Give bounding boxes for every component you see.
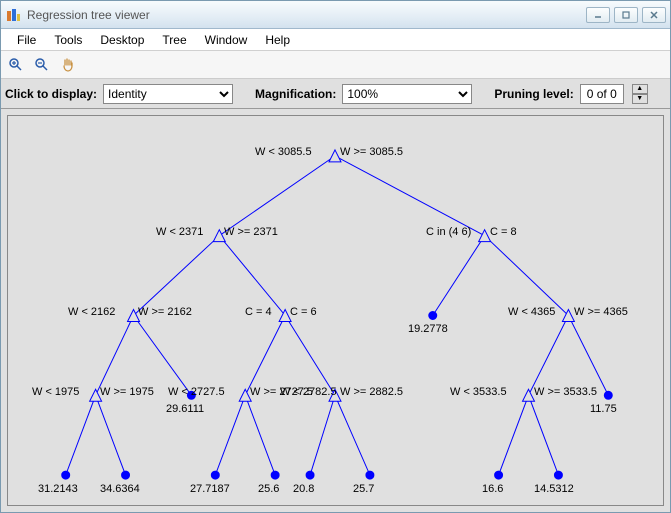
menu-tree[interactable]: Tree: [154, 31, 194, 49]
click-to-display-label: Click to display:: [5, 87, 97, 101]
zoom-out-icon[interactable]: [31, 54, 53, 76]
leaf-label: 20.8: [293, 483, 314, 495]
pan-icon[interactable]: [57, 54, 79, 76]
pruning-spinner: ▲ ▼: [632, 84, 648, 104]
split-label: C in (4 6): [426, 226, 471, 238]
control-bar: Click to display: Identity Magnification…: [1, 79, 670, 109]
canvas-container: W < 3085.5 W >= 3085.5 W < 2371 W >= 237…: [1, 109, 670, 512]
split-label: W < 1975: [32, 386, 79, 398]
leaf-label: 25.6: [258, 483, 279, 495]
split-label: W >= 2162: [138, 306, 192, 318]
split-label: W < 2162: [68, 306, 115, 318]
leaf-label: 31.2143: [38, 483, 78, 495]
window-title: Regression tree viewer: [27, 8, 586, 22]
leaf-label: 25.7: [353, 483, 374, 495]
app-window: Regression tree viewer File Tools Deskto…: [0, 0, 671, 513]
pruning-up-button[interactable]: ▲: [632, 84, 648, 94]
menu-help[interactable]: Help: [257, 31, 298, 49]
tool-bar: [1, 51, 670, 79]
leaf-label: 34.6364: [100, 483, 140, 495]
leaf-label: 16.6: [482, 483, 503, 495]
split-label: W < 2371: [156, 226, 203, 238]
display-mode-select[interactable]: Identity: [103, 84, 233, 104]
split-label: W >= 1975: [100, 386, 154, 398]
split-label: W < 2782.5: [280, 386, 337, 398]
pruning-level-label: Pruning level:: [494, 87, 573, 101]
leaf-label: 14.5312: [534, 483, 574, 495]
maximize-button[interactable]: [614, 7, 638, 23]
split-label: W < 4365: [508, 306, 555, 318]
title-bar: Regression tree viewer: [1, 1, 670, 29]
magnification-select[interactable]: 100%: [342, 84, 472, 104]
split-label: C = 4: [245, 306, 272, 318]
split-label: W >= 3533.5: [534, 386, 597, 398]
leaf-label: 29.6111: [166, 403, 204, 415]
split-label: C = 6: [290, 306, 317, 318]
split-label: W >= 2371: [224, 226, 278, 238]
menu-desktop[interactable]: Desktop: [92, 31, 152, 49]
split-label: W >= 3085.5: [340, 146, 403, 158]
magnification-label: Magnification:: [255, 87, 336, 101]
split-label: W >= 2882.5: [340, 386, 403, 398]
split-label: W >= 4365: [574, 306, 628, 318]
split-label: W < 2727.5: [168, 386, 225, 398]
app-icon: [5, 7, 21, 23]
zoom-in-icon[interactable]: [5, 54, 27, 76]
split-label: W < 3085.5: [255, 146, 312, 158]
leaf-label: 11.75: [590, 403, 617, 415]
minimize-button[interactable]: [586, 7, 610, 23]
leaf-label: 27.7187: [190, 483, 230, 495]
close-button[interactable]: [642, 7, 666, 23]
menu-window[interactable]: Window: [197, 31, 256, 49]
split-label: W < 3533.5: [450, 386, 507, 398]
menu-tools[interactable]: Tools: [46, 31, 90, 49]
tree-canvas[interactable]: W < 3085.5 W >= 3085.5 W < 2371 W >= 237…: [7, 115, 664, 506]
leaf-label: 19.2778: [408, 323, 448, 335]
pruning-down-button[interactable]: ▼: [632, 94, 648, 104]
pruning-level-value: 0 of 0: [580, 84, 624, 104]
split-label: C = 8: [490, 226, 517, 238]
menu-file[interactable]: File: [9, 31, 44, 49]
menu-bar: File Tools Desktop Tree Window Help: [1, 29, 670, 51]
window-buttons: [586, 7, 666, 23]
